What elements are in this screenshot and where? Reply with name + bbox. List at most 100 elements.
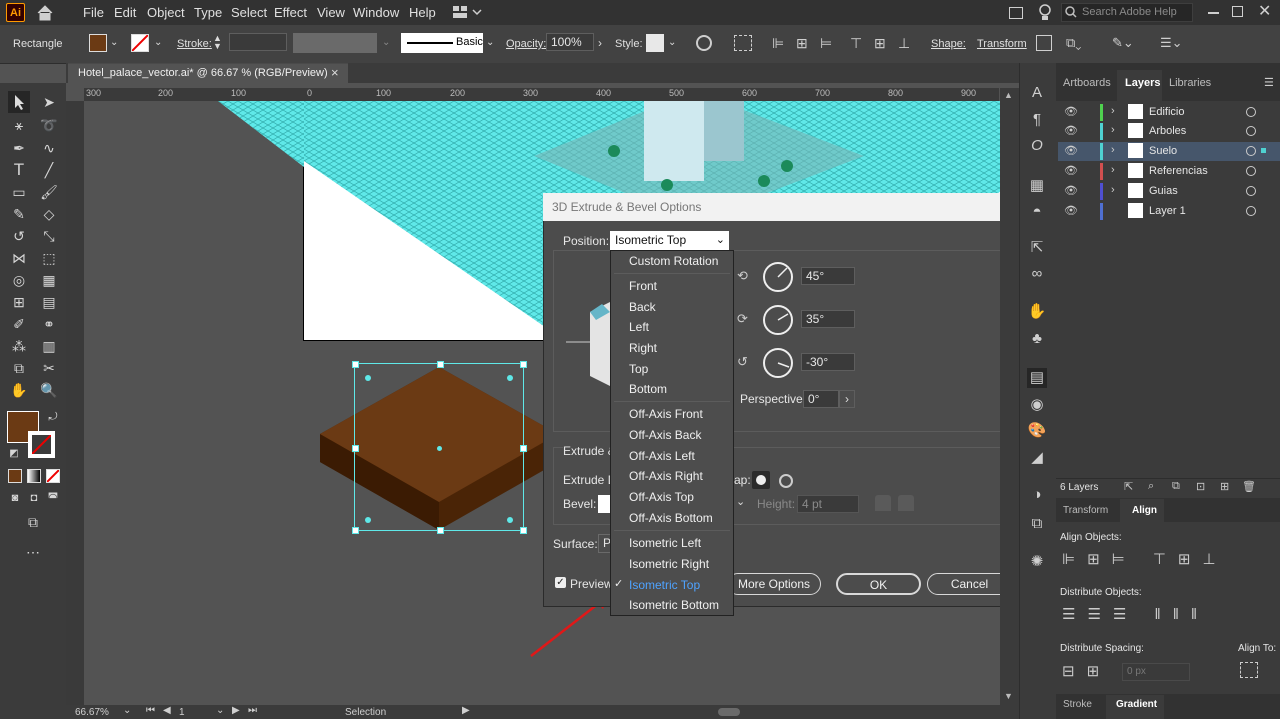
scroll-down-icon[interactable]: ▼ — [1004, 691, 1013, 701]
tab-layers[interactable]: Layers — [1125, 77, 1160, 89]
corner-widget[interactable] — [365, 375, 371, 381]
bevel-select[interactable] — [598, 495, 610, 513]
selection-tool-icon[interactable] — [8, 91, 30, 113]
expand-arrow-icon[interactable]: › — [1111, 164, 1115, 176]
close-tab-icon[interactable]: × — [331, 65, 339, 80]
draw-behind-icon[interactable]: ◘ — [25, 489, 43, 507]
minimize-button[interactable] — [1208, 12, 1219, 14]
target-circle-icon[interactable] — [1246, 166, 1256, 176]
align-objects-icons[interactable]: ⊫⊞⊨ ⊤⊞⊥ — [1062, 550, 1272, 570]
menu-file[interactable]: File — [83, 0, 104, 25]
make-clipping-mask-icon[interactable]: ⌕ — [1148, 480, 1154, 493]
layer-row[interactable]: 👁 Layer 1 — [1058, 202, 1280, 221]
zoom-dropdown-icon[interactable]: ⌄ — [123, 705, 131, 716]
bbox-handle-bc[interactable] — [437, 527, 444, 534]
perspective-field[interactable]: 0° — [803, 390, 839, 408]
layer-row[interactable]: 👁 › Edificio — [1058, 103, 1280, 122]
close-window-button[interactable]: ✕ — [1258, 4, 1272, 20]
layer-row[interactable]: 👁 › Guias — [1058, 182, 1280, 201]
expand-arrow-icon[interactable]: › — [1111, 144, 1115, 156]
status-menu-icon[interactable]: ▶ — [462, 705, 470, 716]
preview-checkbox[interactable]: ✓ — [555, 577, 566, 588]
target-circle-icon[interactable] — [1246, 206, 1256, 216]
layer-row[interactable]: 👁 › Arboles — [1058, 122, 1280, 141]
draw-normal-icon[interactable]: ◙ — [6, 489, 24, 507]
prev-artboard-icon[interactable]: ◀ — [163, 705, 171, 716]
layer-name[interactable]: Guias — [1149, 185, 1178, 197]
align-right-icon[interactable]: ⊨ — [820, 35, 832, 52]
rotation-cube-preview[interactable] — [566, 298, 610, 386]
perspective-grid-tool-icon[interactable]: ▦ — [40, 271, 58, 289]
dropdown-item-left[interactable]: Left — [629, 320, 649, 334]
panel-menu-icon[interactable]: ☰⌄ — [1160, 35, 1183, 51]
search-input[interactable]: Search Adobe Help — [1061, 3, 1193, 22]
cap-on-button[interactable] — [752, 471, 770, 489]
rotate-tool-icon[interactable]: ↺ — [10, 227, 28, 245]
bevel-dropdown-icon[interactable]: ⌄ — [736, 495, 745, 508]
brush-definition[interactable]: Basic — [401, 33, 483, 53]
distribute-objects-icons[interactable]: ☰☰☰ ‖‖‖ — [1062, 605, 1272, 625]
tab-align[interactable]: Align — [1132, 505, 1157, 516]
graphic-style-swatch[interactable] — [646, 34, 664, 52]
pathfinder-panel-icon[interactable]: ✺ — [1027, 552, 1047, 572]
stroke-weight-stepper[interactable]: ▲ ▼ — [213, 34, 227, 52]
more-options-button[interactable]: More Options — [727, 573, 821, 595]
layer-name[interactable]: Arboles — [1149, 125, 1186, 137]
next-artboard-icon[interactable]: ▶ — [232, 705, 240, 716]
none-mode-icon[interactable] — [46, 469, 60, 483]
arrange-documents-icon[interactable] — [1009, 7, 1023, 19]
symbol-sprayer-tool-icon[interactable]: ⁂ — [10, 337, 28, 355]
scale-tool-icon[interactable]: ⤡ — [40, 227, 58, 245]
stroke-color-box[interactable] — [28, 431, 55, 458]
maximize-button[interactable] — [1232, 6, 1243, 17]
expand-arrow-icon[interactable]: › — [1111, 124, 1115, 136]
visibility-eye-icon[interactable]: 👁 — [1064, 124, 1078, 137]
selection-indicator[interactable] — [1261, 148, 1266, 153]
zoom-level[interactable]: 66.67% — [75, 707, 109, 718]
home-icon[interactable] — [36, 4, 54, 21]
dropdown-item-right[interactable]: Right — [629, 341, 657, 355]
stroke-dropdown-icon[interactable]: ⌄ — [154, 37, 162, 48]
expand-arrow-icon[interactable]: › — [1111, 184, 1115, 196]
blend-tool-icon[interactable]: ⚭ — [40, 315, 58, 333]
bbox-handle-bl[interactable] — [352, 527, 359, 534]
dropdown-item-isometric-top[interactable]: Isometric Top — [629, 578, 700, 592]
dropdown-item-off-axis-top[interactable]: Off-Axis Top — [629, 490, 694, 504]
vertical-scrollbar[interactable] — [1000, 88, 1019, 705]
isolate-icon[interactable]: ⧉⌄ — [1066, 35, 1081, 51]
dropdown-item-custom-rotation[interactable]: Custom Rotation — [629, 254, 718, 268]
export-icon[interactable]: ⇱ — [1027, 238, 1047, 258]
column-graph-tool-icon[interactable]: ▥ — [40, 337, 58, 355]
position-select[interactable]: Isometric Top ⌄ — [610, 231, 729, 250]
lightbulb-icon[interactable] — [1038, 4, 1052, 21]
expand-arrow-icon[interactable]: › — [1111, 105, 1115, 117]
bbox-handle-tl[interactable] — [352, 361, 359, 368]
horizontal-scroll-thumb[interactable] — [718, 708, 740, 716]
z-rotation-field[interactable]: -30° — [801, 353, 855, 371]
layer-name[interactable]: Referencias — [1149, 165, 1208, 177]
menu-view[interactable]: View — [317, 0, 345, 25]
select-similar-icon[interactable] — [1036, 35, 1052, 51]
visibility-eye-icon[interactable]: 👁 — [1064, 184, 1078, 197]
character-panel-icon[interactable]: A — [1027, 83, 1047, 103]
y-rotation-dial[interactable] — [763, 305, 793, 335]
artboard-number[interactable]: 1 — [179, 707, 185, 718]
panel-menu-icon[interactable]: ☰ — [1264, 76, 1274, 89]
tab-transform[interactable]: Transform — [1063, 505, 1108, 516]
transparency-panel-icon[interactable]: ◑ — [1027, 485, 1047, 505]
brushes-panel-icon[interactable]: ✋ — [1027, 302, 1047, 322]
visibility-eye-icon[interactable]: 👁 — [1064, 105, 1078, 118]
swatches-panel-icon[interactable]: ▦ — [1027, 176, 1047, 196]
z-rotation-dial[interactable] — [763, 348, 793, 378]
last-artboard-icon[interactable]: ⏭ — [248, 705, 257, 716]
color-guide-icon[interactable]: ◓ — [1027, 202, 1047, 222]
align-to-icon[interactable] — [734, 35, 752, 51]
gradient-mode-icon[interactable] — [27, 469, 41, 483]
free-transform-tool-icon[interactable]: ⬚ — [40, 249, 58, 267]
direct-selection-tool-icon[interactable]: ➤ — [40, 93, 58, 111]
paragraph-panel-icon[interactable]: ¶ — [1027, 110, 1047, 130]
dropdown-item-front[interactable]: Front — [629, 279, 657, 293]
pen-tool-icon[interactable]: ✒ — [10, 139, 28, 157]
distribute-spacing-icons[interactable]: ⊟⊞ — [1062, 662, 1112, 682]
new-sublayer-icon[interactable]: ⊡ — [1196, 480, 1205, 493]
